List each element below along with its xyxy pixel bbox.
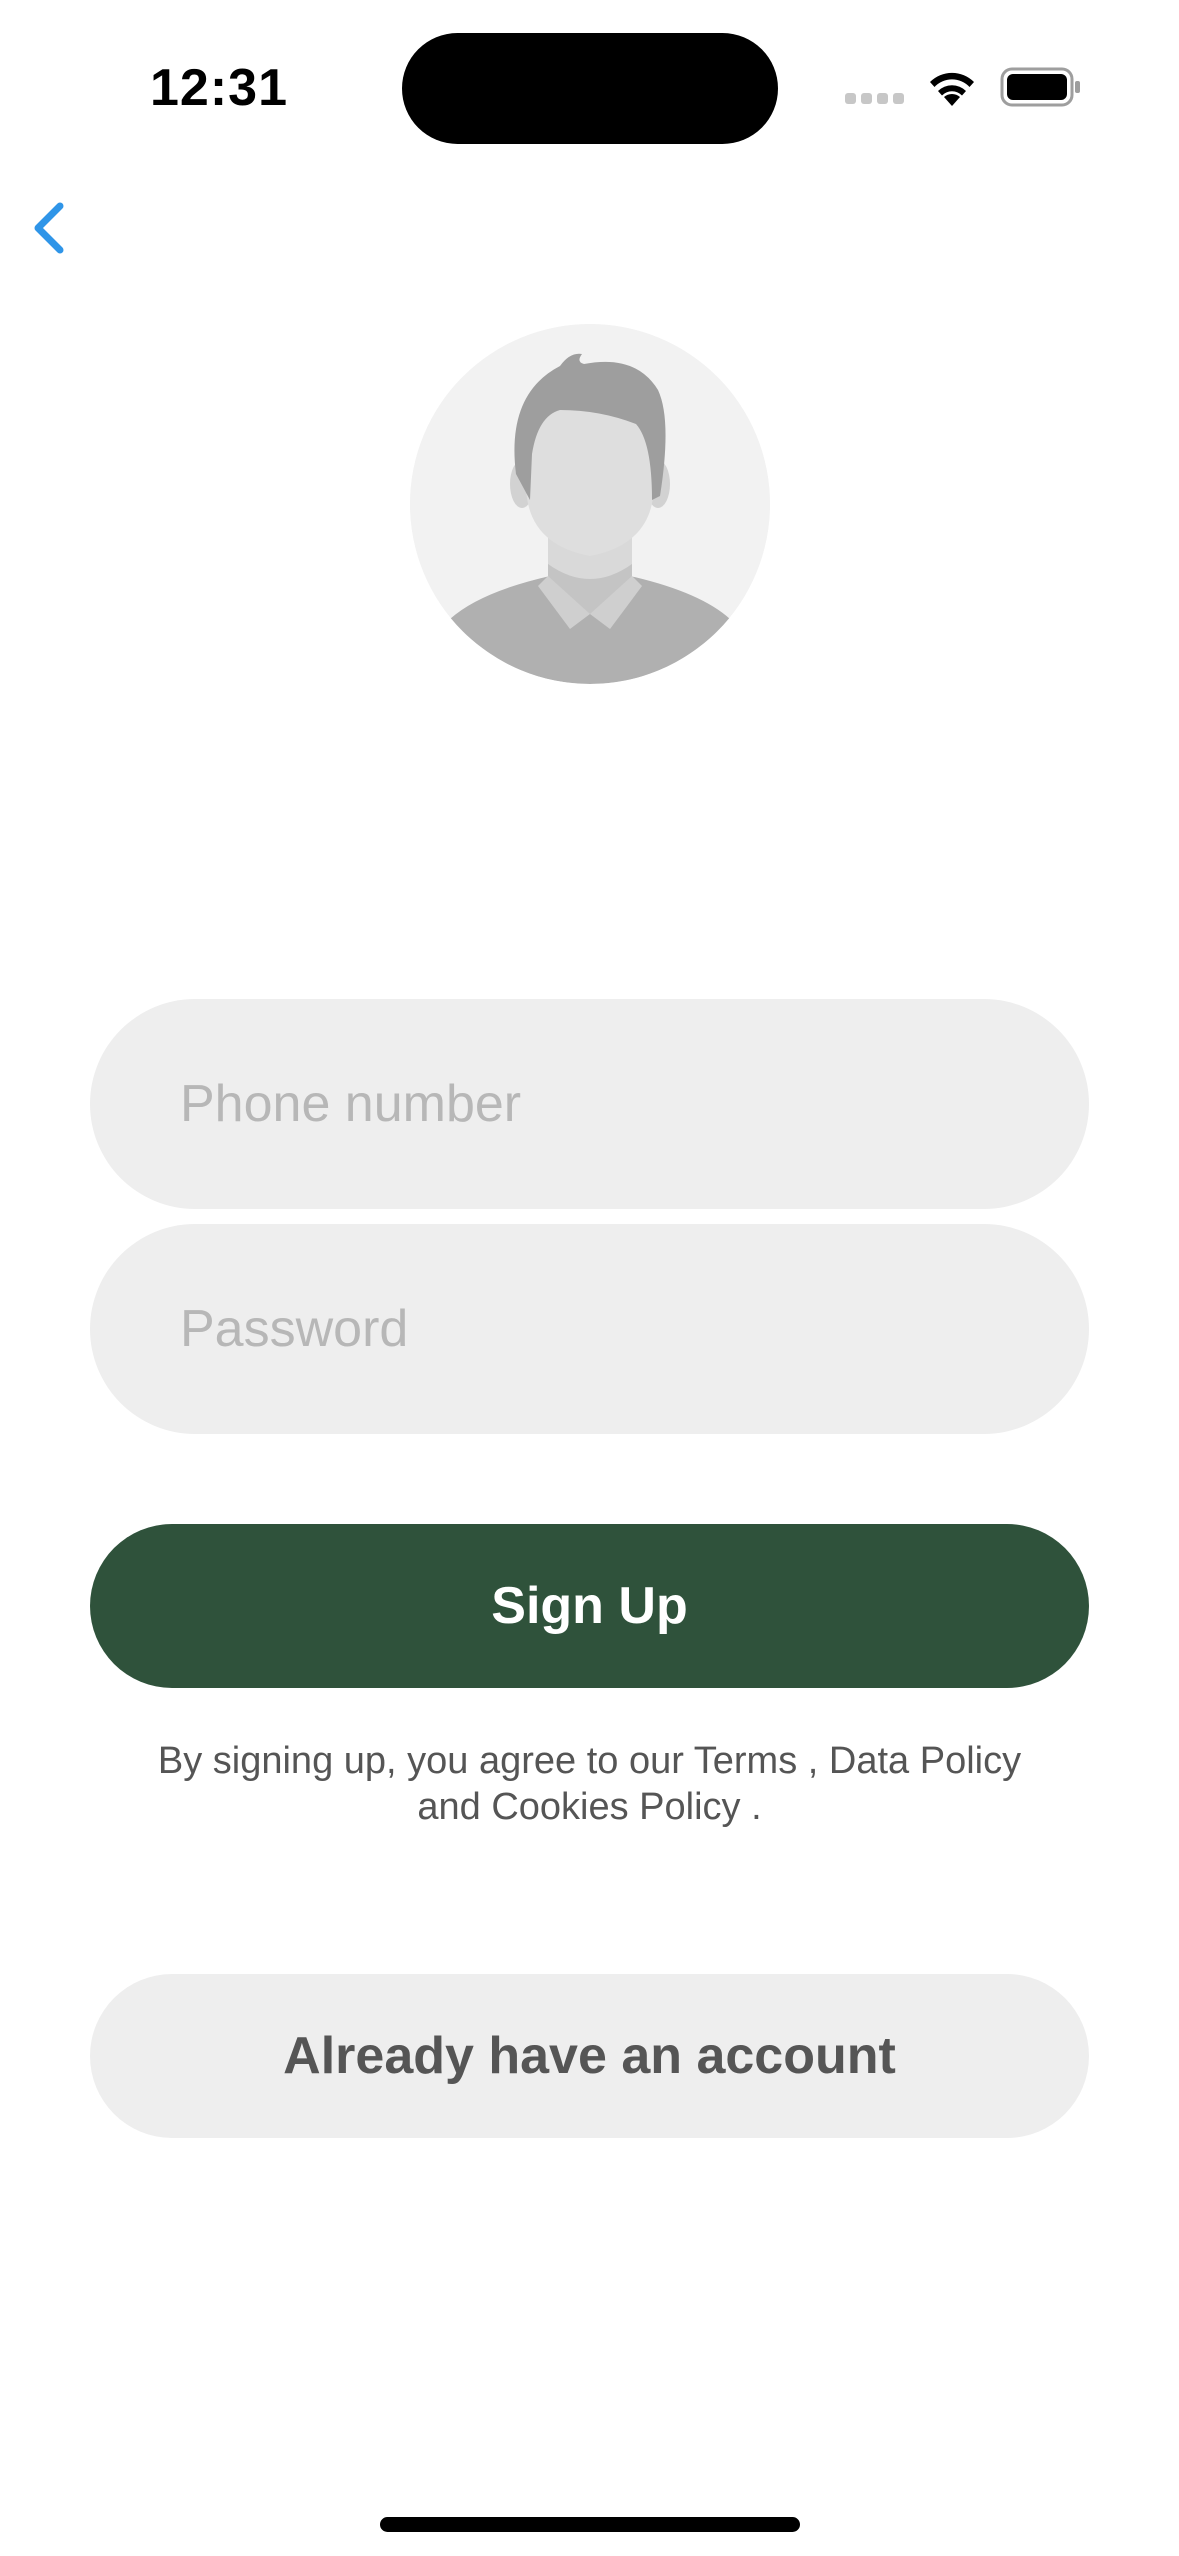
phone-number-input[interactable] [180, 999, 1089, 1209]
phone-number-field[interactable] [90, 999, 1089, 1209]
avatar[interactable] [410, 324, 770, 684]
status-time: 12:31 [150, 59, 288, 117]
status-bar: 12:31 [0, 0, 1179, 170]
sign-up-button-label: Sign Up [491, 1577, 688, 1635]
dynamic-island [402, 33, 778, 144]
terms-link[interactable]: Terms [694, 1740, 797, 1782]
data-policy-link[interactable]: Data Policy [829, 1740, 1021, 1782]
terms-line-2: and Cookies Policy . [90, 1784, 1089, 1830]
cellular-signal-icon [845, 93, 905, 107]
back-button[interactable] [14, 186, 94, 266]
terms-prefix: By signing up, you agree to our [157, 1740, 694, 1782]
terms-line-1: By signing up, you agree to our Terms , … [90, 1738, 1089, 1784]
terms-suffix: . [740, 1786, 762, 1828]
person-placeholder-icon [410, 324, 770, 684]
password-field[interactable] [90, 1224, 1089, 1434]
already-have-account-label: Already have an account [283, 2027, 896, 2085]
cookies-policy-link[interactable]: Cookies Policy [491, 1786, 740, 1828]
wifi-icon [930, 72, 974, 106]
terms-and-text: and [417, 1786, 492, 1828]
terms-separator: , [797, 1740, 829, 1782]
terms-notice: By signing up, you agree to our Terms , … [90, 1738, 1089, 1830]
battery-icon [1000, 67, 1080, 107]
chevron-left-icon [34, 202, 64, 254]
password-input[interactable] [180, 1224, 1089, 1434]
already-have-account-button[interactable]: Already have an account [90, 1974, 1089, 2138]
sign-up-button[interactable]: Sign Up [90, 1524, 1089, 1688]
home-indicator [380, 2517, 800, 2532]
